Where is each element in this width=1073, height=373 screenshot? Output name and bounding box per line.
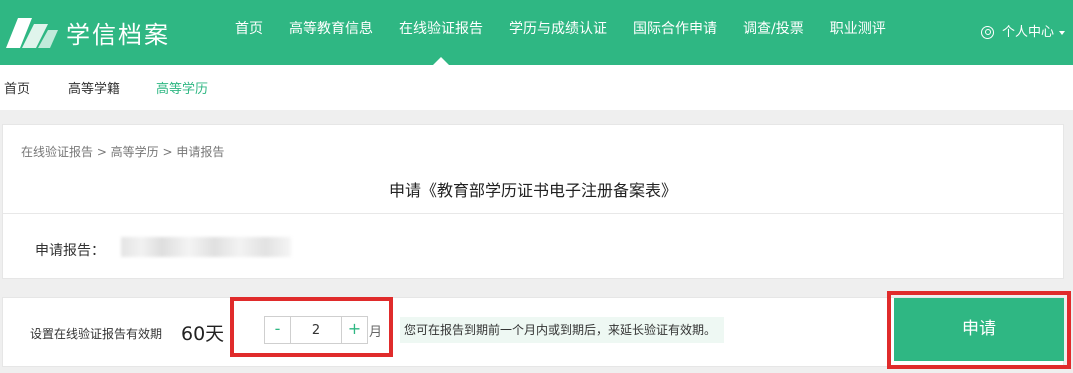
- subnav-item-home[interactable]: 首页: [2, 78, 32, 97]
- main-nav: 首页 高等教育信息 在线验证报告 学历与成绩认证 国际合作申请 调查/投票 职业…: [222, 0, 899, 65]
- highlight-box-stepper: [230, 297, 393, 357]
- chevron-down-icon: [1059, 30, 1065, 35]
- user-center-label: 个人中心: [1001, 24, 1054, 40]
- nav-item-higher-education-info[interactable]: 高等教育信息: [276, 0, 386, 65]
- subnav-item-degree[interactable]: 高等学历: [154, 78, 210, 97]
- nav-item-survey-vote[interactable]: 调查/投票: [730, 0, 817, 65]
- validity-hint: 您可在报告到期前一个月内或到期后，来延长验证有效期。: [400, 317, 725, 343]
- book-logo-icon: [6, 18, 58, 48]
- breadcrumb: 在线验证报告 > 高等学历 > 申请报告: [21, 145, 225, 159]
- highlight-box-apply: [887, 291, 1071, 369]
- logo[interactable]: 学信档案: [4, 12, 170, 52]
- report-name-redacted: [121, 237, 291, 257]
- nav-item-international-cooperation[interactable]: 国际合作申请: [620, 0, 730, 65]
- report-card: 在线验证报告 > 高等学历 > 申请报告 申请《教育部学历证书电子注册备案表》 …: [2, 124, 1064, 279]
- nav-item-degree-grade-certification[interactable]: 学历与成绩认证: [496, 0, 620, 65]
- nav-item-online-verification-report[interactable]: 在线验证报告: [386, 0, 496, 65]
- user-center-menu[interactable]: 个人中心: [980, 0, 1065, 65]
- user-icon: [980, 26, 994, 39]
- sub-nav: 首页 高等学籍 高等学历: [0, 65, 1073, 110]
- validity-days: 60天: [181, 323, 225, 345]
- subnav-item-student-status[interactable]: 高等学籍: [66, 78, 122, 97]
- logo-text: 学信档案: [66, 20, 170, 49]
- top-navbar: 学信档案 首页 高等教育信息 在线验证报告 学历与成绩认证 国际合作申请 调查/…: [0, 0, 1073, 65]
- nav-item-home[interactable]: 首页: [222, 0, 276, 65]
- nav-item-career-assessment[interactable]: 职业测评: [817, 0, 899, 65]
- page-title: 申请《教育部学历证书电子注册备案表》: [388, 181, 677, 200]
- divider: [3, 213, 1063, 214]
- validity-label: 设置在线验证报告有效期: [30, 327, 163, 341]
- report-label: 申请报告：: [35, 243, 105, 259]
